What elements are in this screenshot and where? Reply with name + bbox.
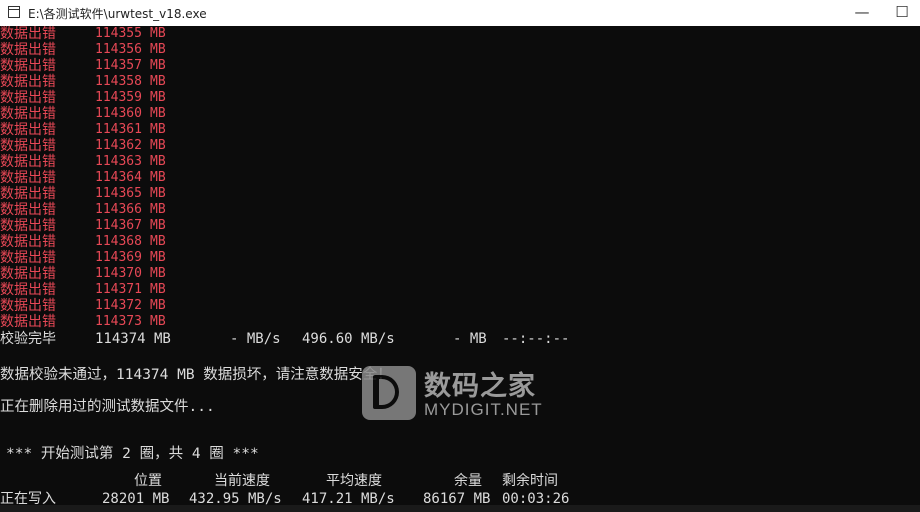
error-position: 114360: [95, 106, 142, 121]
error-unit: MB: [150, 314, 166, 329]
error-label: 数据出错: [0, 122, 56, 138]
error-position: 114361: [95, 122, 142, 137]
error-label: 数据出错: [0, 266, 56, 282]
error-position: 114369: [95, 250, 142, 265]
verify-remaining: - MB: [453, 331, 487, 347]
error-label: 数据出错: [0, 282, 56, 298]
error-position: 114372: [95, 298, 142, 313]
error-unit: MB: [150, 106, 166, 121]
error-position: 114371: [95, 282, 142, 297]
header-current-speed: 当前速度: [214, 473, 270, 489]
console-app-icon: [8, 6, 20, 18]
header-remaining: 余量: [454, 473, 482, 489]
error-label: 数据出错: [0, 298, 56, 314]
error-label: 数据出错: [0, 186, 56, 202]
watermark-name-cn: 数码之家: [424, 371, 536, 402]
title-bar[interactable]: E:\各测试软件\urwtest_v18.exe — ☐: [0, 0, 920, 26]
round-start-message: *** 开始测试第 2 圈，共 4 圈 ***: [6, 446, 259, 462]
error-unit: MB: [150, 122, 166, 137]
error-position: 114355: [95, 26, 142, 41]
error-unit: MB: [150, 74, 166, 89]
error-unit: MB: [150, 218, 166, 233]
verify-status: 校验完毕: [0, 331, 56, 347]
error-label: 数据出错: [0, 154, 56, 170]
error-position: 114363: [95, 154, 142, 169]
error-label: 数据出错: [0, 250, 56, 266]
error-unit: MB: [150, 90, 166, 105]
error-position: 114367: [95, 218, 142, 233]
header-time-left: 剩余时间: [502, 473, 558, 489]
deleting-message: 正在删除用过的测试数据文件...: [0, 399, 215, 415]
error-position: 114368: [95, 234, 142, 249]
error-unit: MB: [150, 202, 166, 217]
error-position: 114366: [95, 202, 142, 217]
watermark-name-en: MYDIGIT.NET: [424, 400, 543, 419]
mydigit-logo-icon: [362, 366, 416, 420]
verify-failed-message: 数据校验未通过，114374 MB 数据损坏，请注意数据安全！: [0, 367, 392, 383]
error-label: 数据出错: [0, 42, 56, 58]
error-position: 114362: [95, 138, 142, 153]
error-label: 数据出错: [0, 218, 56, 234]
error-position: 114357: [95, 58, 142, 73]
error-unit: MB: [150, 154, 166, 169]
error-unit: MB: [150, 282, 166, 297]
console-bottom-edge: [0, 505, 920, 512]
error-label: 数据出错: [0, 314, 56, 330]
error-unit: MB: [150, 298, 166, 313]
error-label: 数据出错: [0, 26, 56, 42]
header-position: 位置: [134, 473, 162, 489]
minimize-button[interactable]: —: [842, 0, 882, 26]
header-average-speed: 平均速度: [326, 473, 382, 489]
error-unit: MB: [150, 42, 166, 57]
error-label: 数据出错: [0, 90, 56, 106]
verify-current-speed: - MB/s: [230, 331, 281, 347]
error-position: 114364: [95, 170, 142, 185]
error-unit: MB: [150, 138, 166, 153]
error-position: 114356: [95, 42, 142, 57]
verify-average-speed: 496.60 MB/s: [302, 331, 395, 347]
window-title: E:\各测试软件\urwtest_v18.exe: [28, 7, 207, 21]
error-position: 114365: [95, 186, 142, 201]
error-unit: MB: [150, 58, 166, 73]
error-unit: MB: [150, 186, 166, 201]
progress-header-row: 位置 当前速度 平均速度 余量 剩余时间: [0, 473, 558, 489]
error-label: 数据出错: [0, 170, 56, 186]
error-unit: MB: [150, 234, 166, 249]
verify-time-left: --:--:--: [502, 331, 570, 347]
verify-complete-row: 校验完毕 114374 MB - MB/s 496.60 MB/s - MB -…: [0, 331, 569, 347]
error-position: 114359: [95, 90, 142, 105]
error-unit: MB: [150, 250, 166, 265]
error-position: 114370: [95, 266, 142, 281]
error-unit: MB: [150, 26, 166, 41]
error-label: 数据出错: [0, 74, 56, 90]
console-output[interactable]: 数据出错 114355 MB 数据出错 114356 MB 数据出错 114357 MB 数据出错…: [0, 26, 920, 512]
error-label: 数据出错: [0, 58, 56, 74]
verify-position: 114374 MB: [95, 331, 171, 347]
watermark: 数码之家 MYDIGIT.NET: [362, 364, 557, 424]
error-label: 数据出错: [0, 234, 56, 250]
error-label: 数据出错: [0, 138, 56, 154]
error-unit: MB: [150, 170, 166, 185]
error-label: 数据出错: [0, 202, 56, 218]
maximize-button[interactable]: ☐: [882, 0, 920, 26]
error-position: 114358: [95, 74, 142, 89]
error-label: 数据出错: [0, 106, 56, 122]
error-unit: MB: [150, 266, 166, 281]
error-position: 114373: [95, 314, 142, 329]
